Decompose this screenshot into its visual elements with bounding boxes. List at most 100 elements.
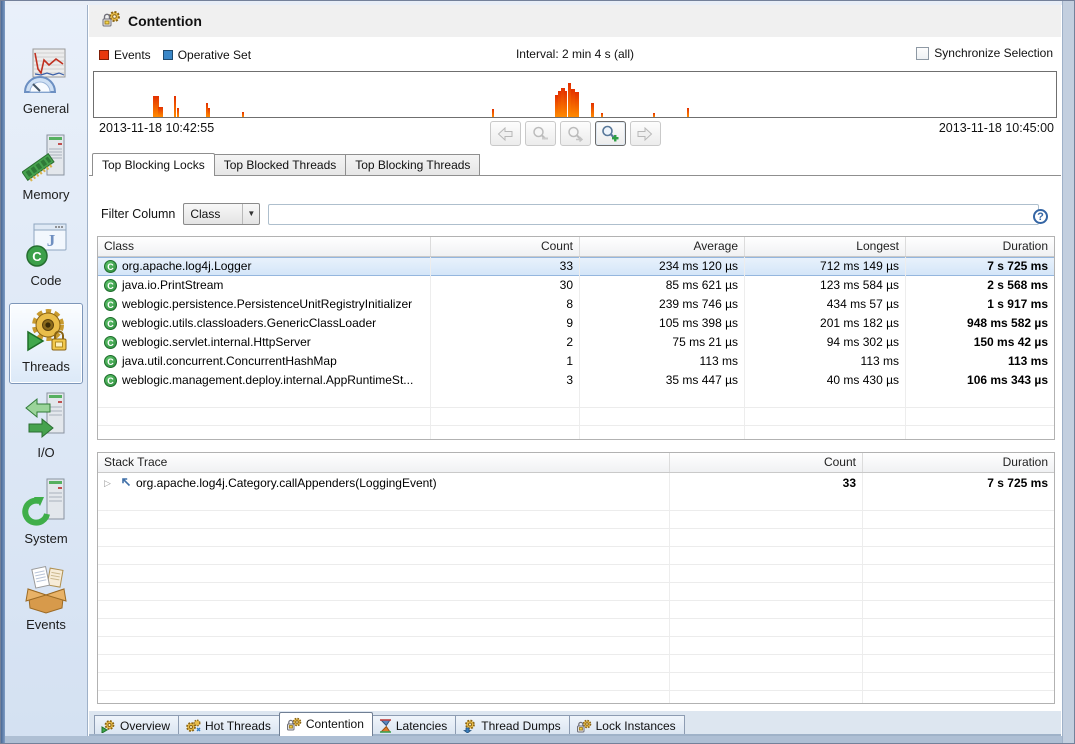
general-gauge-icon [23,46,69,100]
duration-cell: 948 ms 582 µs [906,314,1054,333]
sidebar-item-code[interactable]: J C Code [9,217,83,298]
tab-overview[interactable]: Overview [94,715,179,736]
forward-button[interactable] [630,121,661,146]
main-panel: Contention Events Operative Set Interval… [89,5,1061,736]
help-icon[interactable]: ? [1033,209,1048,224]
sidebar-item-memory[interactable]: Memory [9,131,83,212]
column-header-longest[interactable]: Longest [745,237,906,256]
contention-icon [286,717,302,731]
synchronize-selection-checkbox[interactable] [916,47,929,60]
page-title: Contention [128,13,202,29]
latencies-icon [379,719,392,733]
timeline-toolbar [93,121,1057,146]
event-bar [177,108,179,117]
lock-tabs: Top Blocking Locks Top Blocked Threads T… [89,153,1061,176]
zoom-in-button[interactable] [595,121,626,146]
filter-input[interactable] [268,204,1039,225]
class-cell: Cjava.io.PrintStream [98,276,431,295]
column-header-count[interactable]: Count [431,237,580,256]
system-icon [22,476,70,530]
column-header-count[interactable]: Count [670,453,863,472]
stack-frame-cell: ▷ org.apache.log4j.Category.callAppender… [98,473,670,493]
sidebar-item-label: I/O [37,445,54,460]
column-header-stack-trace[interactable]: Stack Trace [98,453,670,472]
timeline-chart[interactable] [93,71,1057,118]
tab-top-blocking-threads[interactable]: Top Blocking Threads [345,154,480,175]
sidebar-item-general[interactable]: General [9,45,83,126]
column-header-duration[interactable]: Duration [906,237,1054,256]
stack-trace-row[interactable]: ▷ org.apache.log4j.Category.callAppender… [98,473,1054,493]
event-bar [174,96,176,117]
sidebar-item-threads[interactable]: Threads [9,303,83,384]
stack-count-cell: 33 [670,473,863,493]
sidebar-item-label: General [23,101,69,116]
tab-lock-instances[interactable]: Lock Instances [569,715,685,736]
range-legend-row: Events Operative Set Interval: 2 min 4 s… [89,45,1061,65]
count-cell: 8 [431,295,580,314]
back-button[interactable] [490,121,521,146]
window-frame-right [1062,1,1074,743]
page-header: Contention [89,5,1061,37]
sidebar-item-label: Events [26,617,66,632]
events-icon [20,562,72,616]
duration-cell: 1 s 917 ms [906,295,1054,314]
overview-icon [101,719,116,733]
class-icon: C [104,336,117,349]
filter-column-dropdown[interactable]: Class ▼ [183,203,260,225]
event-bar [687,108,689,117]
stack-frame-text: org.apache.log4j.Category.callAppenders(… [136,473,437,493]
zoom-out-button[interactable] [525,121,556,146]
class-icon: C [104,355,117,368]
locks-table-row[interactable]: Cweblogic.persistence.PersistenceUnitReg… [98,295,1054,314]
average-cell: 35 ms 447 µs [580,371,745,390]
contention-lock-gear-icon [101,10,121,33]
sidebar-item-label: Memory [23,187,70,202]
duration-cell: 113 ms [906,352,1054,371]
sidebar-item-io[interactable]: I/O [9,389,83,470]
timeline-nav-row: 2013-11-18 10:42:55 2013-11-18 10:45:00 [93,120,1057,150]
jmc-window: General Memory [0,0,1075,744]
zoom-to-selection-button[interactable] [560,121,591,146]
locks-table-row[interactable]: Cjava.io.PrintStream3085 ms 621 µs123 ms… [98,276,1054,295]
column-header-duration[interactable]: Duration [863,453,1054,472]
expand-arrow-icon[interactable]: ▷ [104,473,114,493]
class-icon: C [104,260,117,273]
filter-column-selected-value: Class [184,207,242,221]
column-header-average[interactable]: Average [580,237,745,256]
sidebar-item-label: Code [30,273,61,288]
tab-top-blocking-locks[interactable]: Top Blocking Locks [92,153,215,176]
sidebar-item-events[interactable]: Events [9,561,83,642]
duration-cell: 7 s 725 ms [906,257,1054,276]
empty-row [98,601,1054,619]
locks-table-row[interactable]: Corg.apache.log4j.Logger33234 ms 120 µs7… [98,257,1054,276]
locks-table-row[interactable]: Cweblogic.utils.classloaders.GenericClas… [98,314,1054,333]
longest-cell: 123 ms 584 µs [745,276,906,295]
tab-top-blocked-threads[interactable]: Top Blocked Threads [214,154,347,175]
bottom-edge [89,734,1061,736]
locks-table-row[interactable]: Cweblogic.servlet.internal.HttpServer275… [98,333,1054,352]
locks-table-row[interactable]: Cweblogic.management.deploy.internal.App… [98,371,1054,390]
tab-contention[interactable]: Contention [279,712,373,736]
tab-label: Lock Instances [596,719,676,733]
tab-latencies[interactable]: Latencies [372,715,456,736]
tab-hot-threads[interactable]: Hot Threads [178,715,280,736]
average-cell: 234 ms 120 µs [580,257,745,276]
tab-group-sidebar: General Memory [5,5,88,736]
io-icon [22,390,70,444]
event-bar [242,112,244,117]
column-header-class[interactable]: Class [98,237,431,256]
tab-thread-dumps[interactable]: Thread Dumps [455,715,569,736]
class-icon: C [104,298,117,311]
class-name: weblogic.persistence.PersistenceUnitRegi… [122,295,412,314]
class-name: weblogic.management.deploy.internal.AppR… [122,371,413,390]
stack-trace-header: Stack Trace Count Duration [98,453,1054,473]
locks-table-row[interactable]: Cjava.util.concurrent.ConcurrentHashMap1… [98,352,1054,371]
empty-row [98,655,1054,673]
duration-cell: 106 ms 343 µs [906,371,1054,390]
average-cell: 105 ms 398 µs [580,314,745,333]
empty-row [98,673,1054,691]
class-icon: C [104,374,117,387]
sidebar-item-system[interactable]: System [9,475,83,556]
event-bar [601,113,603,118]
chevron-down-icon: ▼ [242,204,259,224]
